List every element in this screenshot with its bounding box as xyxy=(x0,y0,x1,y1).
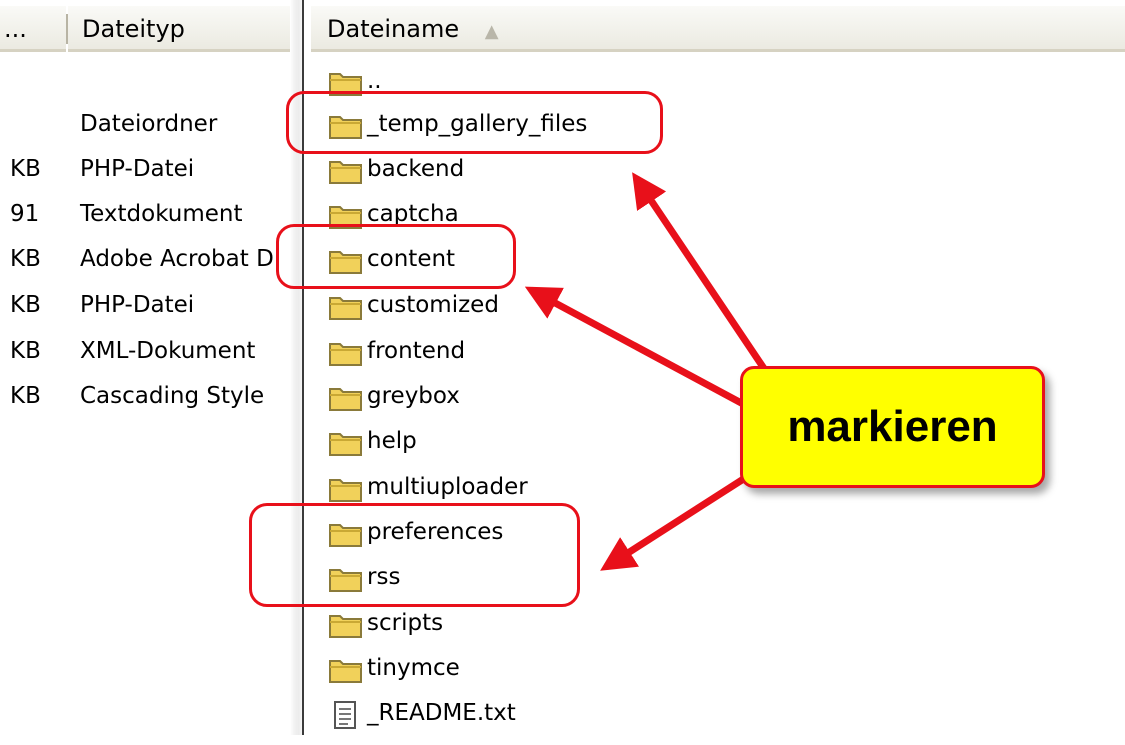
arrow-to-content xyxy=(524,286,747,409)
callout-label: markieren xyxy=(787,402,998,451)
markieren-callout: markieren xyxy=(740,366,1045,488)
arrow-to-temp-gallery-files xyxy=(632,172,768,372)
arrow-to-preferences-rss xyxy=(600,475,747,571)
